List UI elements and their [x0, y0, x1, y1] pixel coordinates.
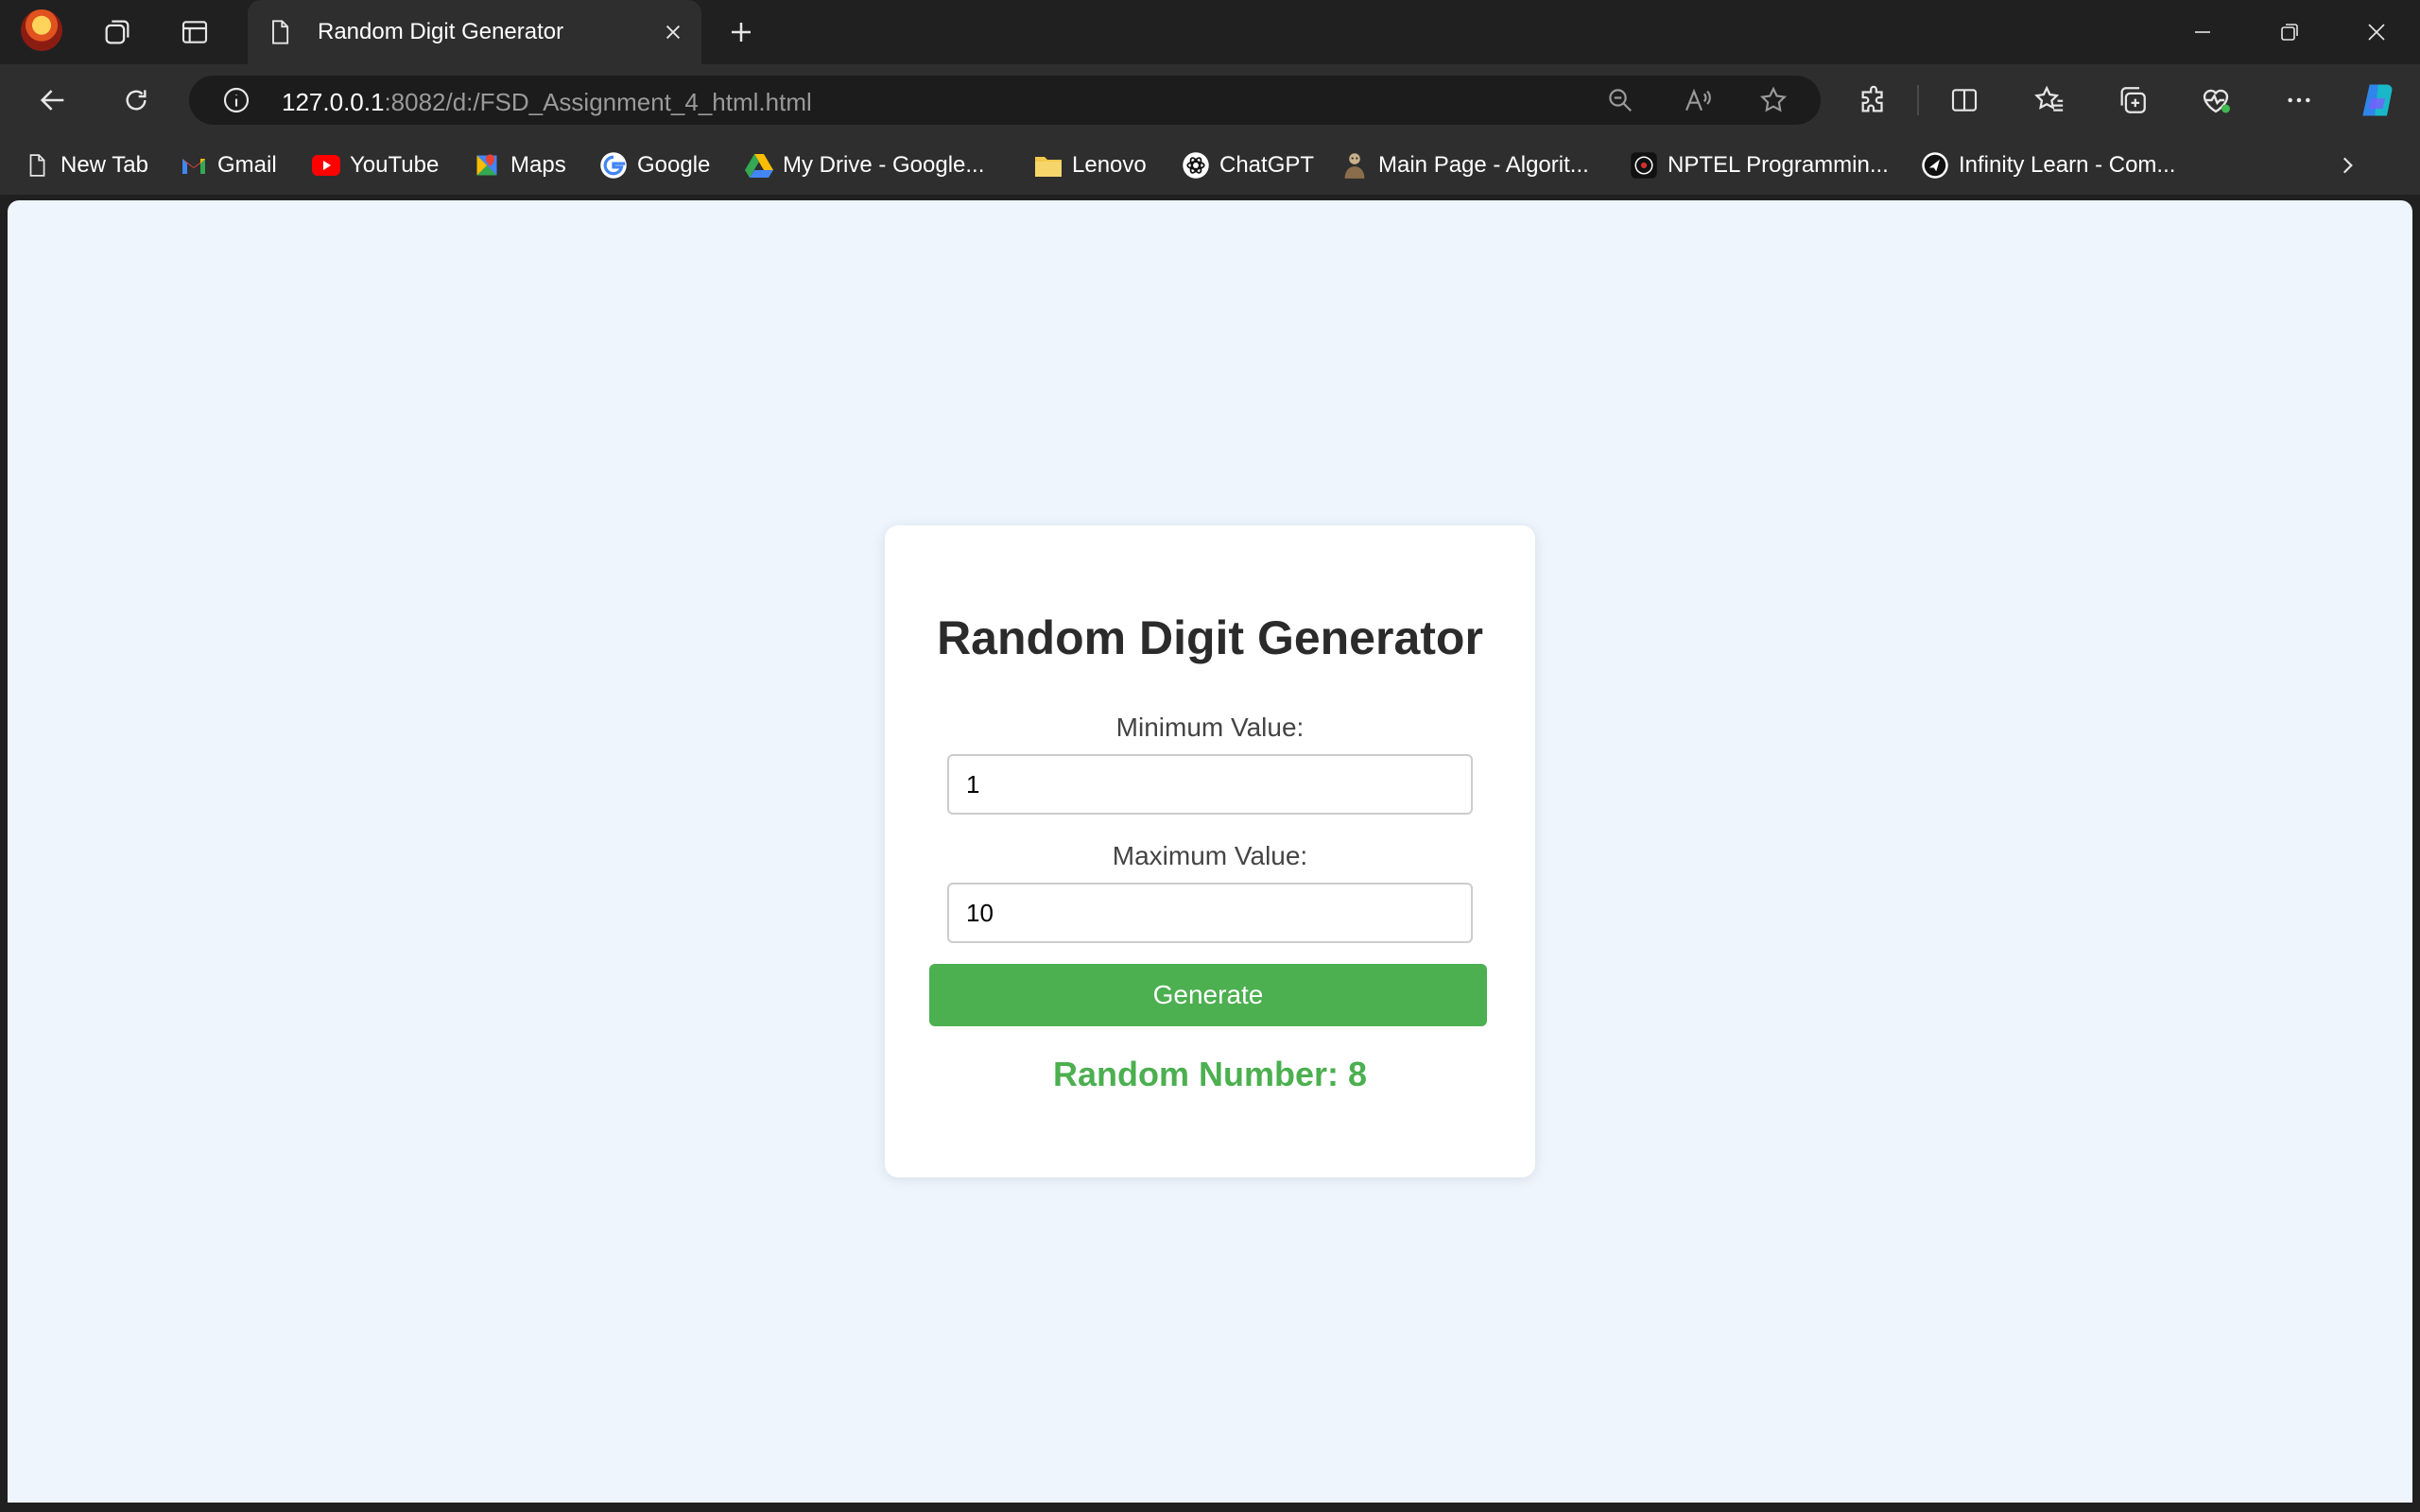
profile-avatar[interactable] [21, 9, 62, 51]
collections-icon[interactable] [2110, 77, 2155, 123]
bookmark-google[interactable]: Google [599, 147, 710, 183]
google-icon [599, 151, 628, 180]
maps-icon [473, 151, 501, 180]
tab-title: Random Digit Generator [318, 19, 564, 44]
workspaces-icon[interactable] [98, 13, 136, 51]
refresh-icon[interactable] [113, 77, 159, 123]
read-aloud-icon[interactable] [1675, 77, 1720, 123]
page-icon [261, 13, 299, 51]
bookmark-my-drive[interactable]: My Drive - Google... [745, 147, 984, 183]
bookmark-label: NPTEL Programmin... [1668, 152, 1889, 178]
address-bar[interactable]: 127.0.0.1:8082/d:/FSD_Assignment_4_html.… [189, 76, 1821, 125]
url-path: :8082/d:/FSD_Assignment_4_html.html [384, 88, 812, 116]
bookmark-label: Lenovo [1072, 152, 1147, 178]
favorites-icon[interactable] [2027, 77, 2072, 123]
split-screen-icon[interactable] [1942, 77, 1987, 123]
minimum-value-label: Minimum Value: [1115, 713, 1305, 742]
restore-icon[interactable] [2261, 9, 2318, 55]
url-host: 127.0.0.1 [282, 88, 385, 116]
bookmark-algorithmica[interactable]: Main Page - Algorit... [1340, 147, 1589, 183]
maximum-value-label: Maximum Value: [1112, 841, 1308, 870]
browser-window: Random Digit Generator 127.0.0.1:8082/d:… [0, 0, 2420, 1512]
bookmark-nptel[interactable]: NPTEL Programmin... [1630, 147, 1889, 183]
minimum-value-input[interactable]: 1 [947, 754, 1473, 815]
gmail-icon [180, 151, 208, 180]
bookmark-youtube[interactable]: YouTube [312, 147, 439, 183]
window-close-icon[interactable] [2348, 9, 2405, 55]
minimize-icon[interactable] [2174, 9, 2231, 55]
url-text[interactable]: 127.0.0.1:8082/d:/FSD_Assignment_4_html.… [282, 88, 812, 117]
youtube-icon [312, 151, 340, 180]
info-icon[interactable] [214, 77, 259, 123]
plus-icon[interactable] [722, 13, 760, 51]
generator-card: Random Digit Generator Minimum Value: 1 … [885, 525, 1535, 1177]
page-icon [23, 151, 51, 180]
random-number-result: Random Number: 8 [1052, 1055, 1368, 1093]
nptel-icon [1630, 151, 1658, 180]
active-tab[interactable]: Random Digit Generator [248, 0, 701, 64]
browser-toolbar: 127.0.0.1:8082/d:/FSD_Assignment_4_html.… [0, 64, 2420, 136]
drive-icon [745, 151, 773, 180]
infinity-learn-icon [1921, 151, 1949, 180]
tab-actions-icon[interactable] [176, 13, 214, 51]
chatgpt-icon [1182, 151, 1210, 180]
generate-button[interactable]: Generate [929, 964, 1487, 1026]
toolbar-separator [1917, 85, 1919, 115]
zoom-out-icon[interactable] [1598, 77, 1643, 123]
bookmark-infinity-learn[interactable]: Infinity Learn - Com... [1921, 147, 2175, 183]
bookmark-label: New Tab [60, 152, 148, 178]
bookmark-label: Gmail [217, 152, 277, 178]
bookmark-maps[interactable]: Maps [473, 147, 566, 183]
heart-pulse-icon[interactable] [2193, 77, 2238, 123]
puzzle-icon[interactable] [1851, 77, 1896, 123]
bookmark-lenovo[interactable]: Lenovo [1034, 147, 1147, 183]
algorithmica-icon [1340, 151, 1369, 180]
chevron-right-icon[interactable] [2335, 147, 2360, 183]
bookmark-label: Maps [510, 152, 566, 178]
back-arrow-icon[interactable] [30, 77, 76, 123]
bookmark-label: Google [637, 152, 711, 178]
bookmark-new-tab[interactable]: New Tab [23, 147, 148, 183]
bookmark-label: Main Page - Algorit... [1378, 152, 1589, 178]
bookmark-gmail[interactable]: Gmail [180, 147, 277, 183]
maximum-value-input[interactable]: 10 [947, 883, 1473, 943]
bookmark-label: My Drive - Google... [783, 152, 985, 178]
folder-icon [1034, 151, 1063, 180]
close-tab-icon[interactable] [656, 15, 690, 49]
page-viewport: Random Digit Generator Minimum Value: 1 … [8, 200, 2412, 1503]
more-icon[interactable] [2276, 77, 2322, 123]
bookmark-label: YouTube [350, 152, 440, 178]
tab-strip: Random Digit Generator [0, 0, 2420, 64]
bookmark-label: ChatGPT [1219, 152, 1315, 178]
star-icon[interactable] [1751, 77, 1796, 123]
page-title: Random Digit Generator [937, 611, 1483, 664]
bookmark-chatgpt[interactable]: ChatGPT [1182, 147, 1314, 183]
bookmark-label: Infinity Learn - Com... [1959, 152, 2176, 178]
bookmarks-bar: New Tab Gmail YouTube Maps Google My Dri… [0, 136, 2420, 195]
copilot-icon[interactable] [2354, 77, 2399, 123]
